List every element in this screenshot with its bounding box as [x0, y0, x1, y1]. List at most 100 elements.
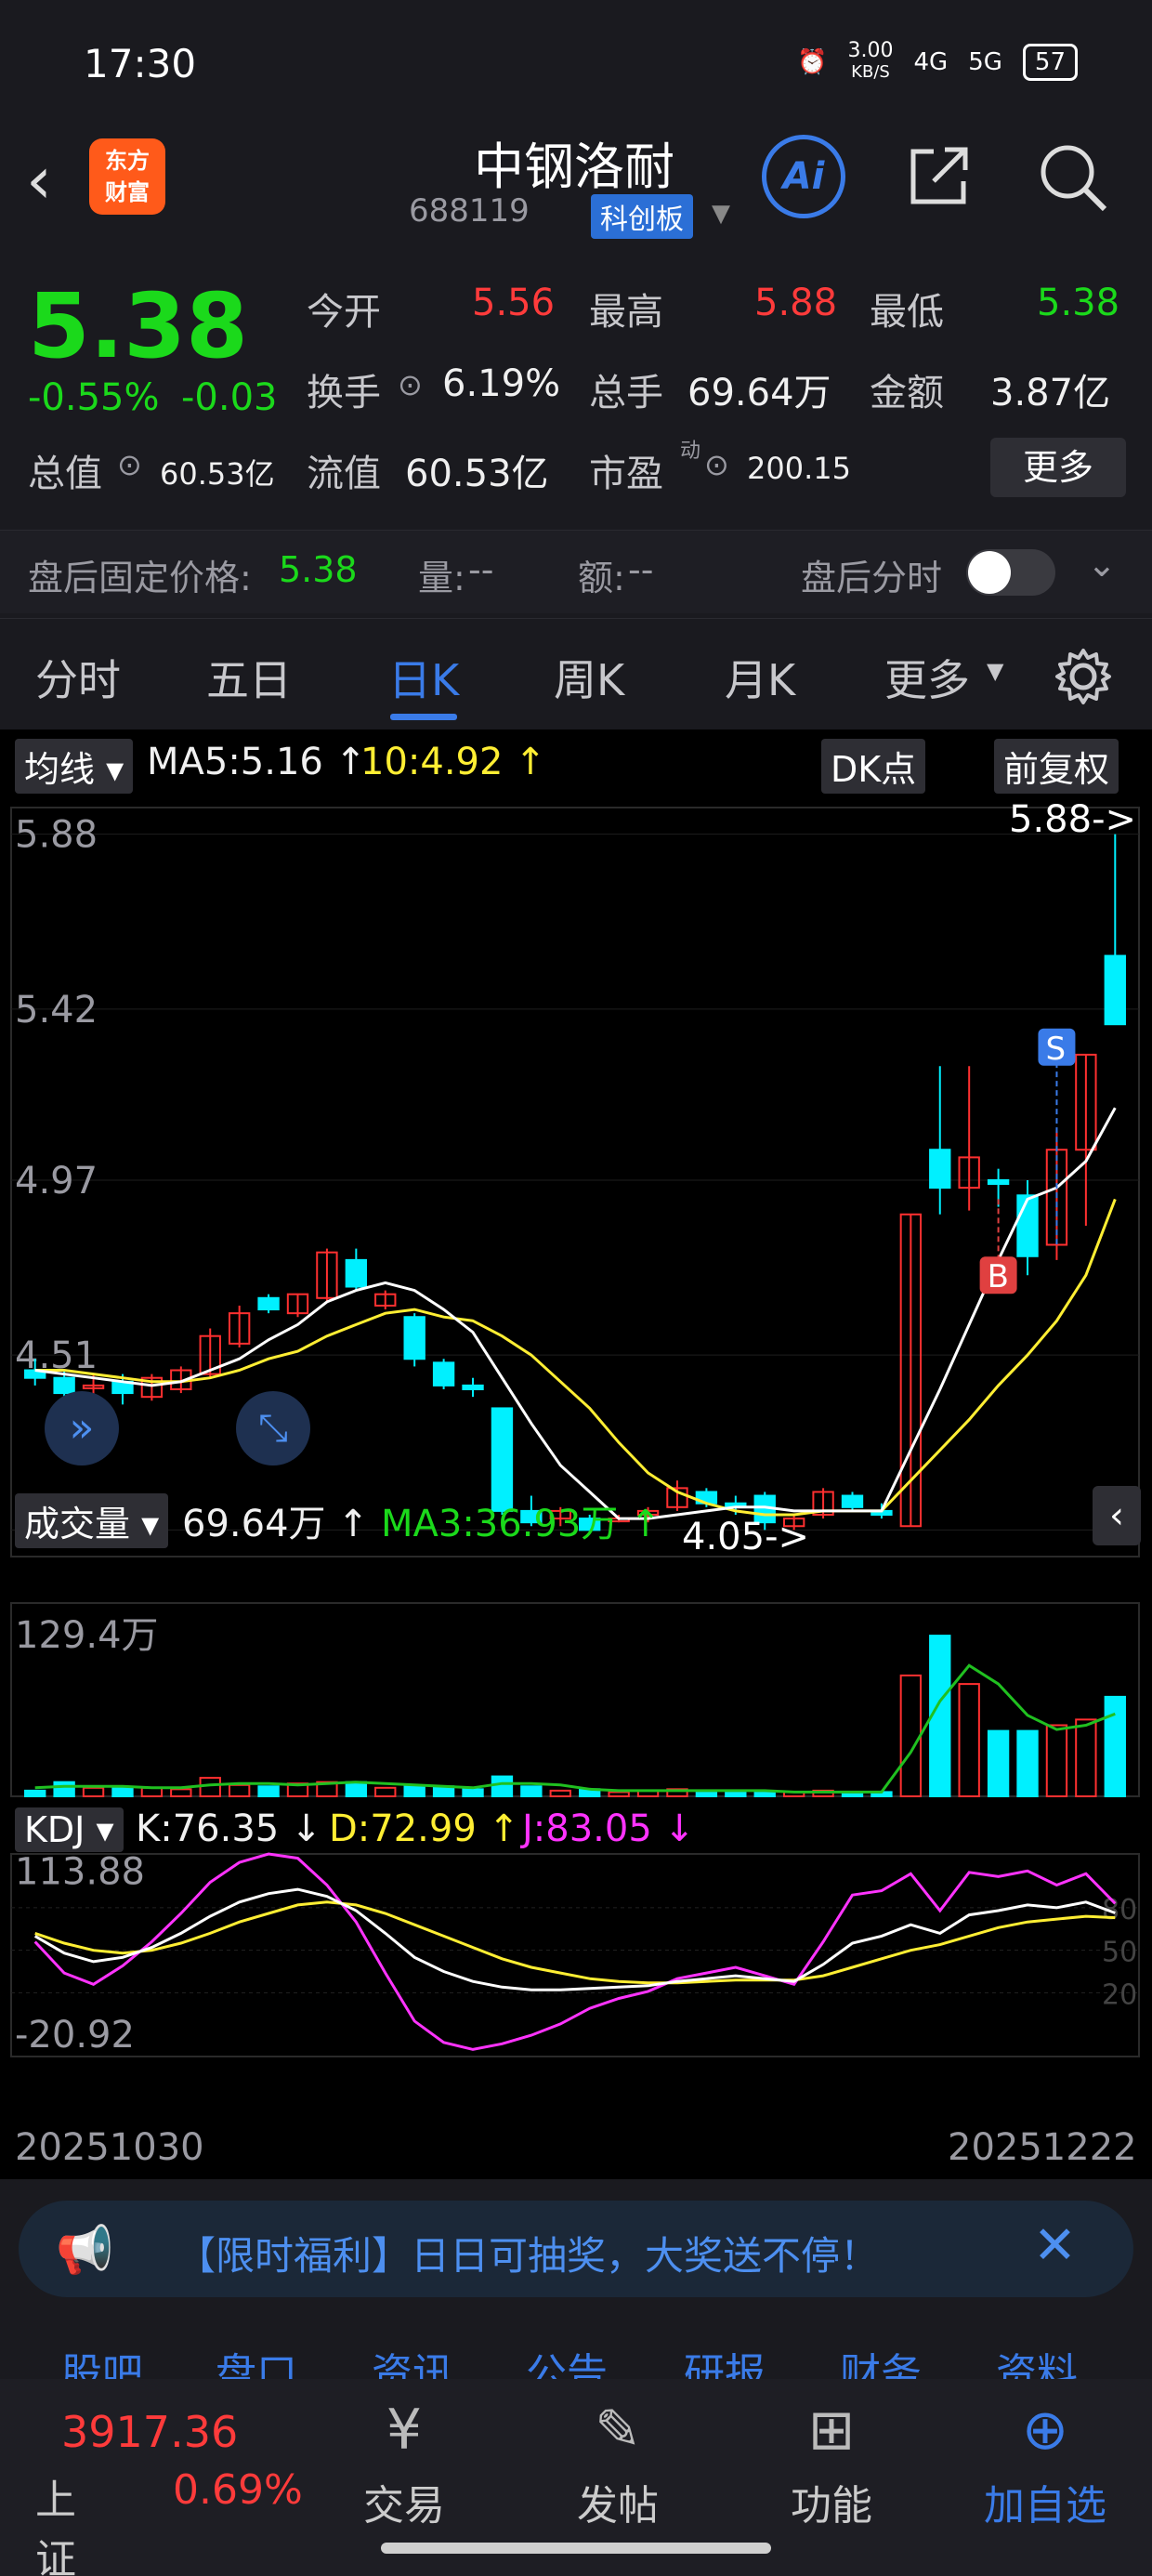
kdj-d-readout: D:72.99 ↑ — [329, 1807, 520, 1850]
amount-label: 金额 — [870, 372, 944, 414]
volume-bar — [345, 1781, 368, 1797]
close-icon[interactable]: ✕ — [1033, 2215, 1077, 2276]
tab-daily-k[interactable]: 日K — [388, 647, 459, 708]
high-price-marker: 5.88-> — [1009, 798, 1136, 841]
volume-bar — [374, 1786, 397, 1798]
subtab-orderbook[interactable]: 盘口 — [216, 2340, 297, 2379]
subtab-notices[interactable]: 公告 — [526, 2340, 608, 2379]
board-tag[interactable]: 科创板 — [591, 194, 693, 239]
volume-selector[interactable]: 成交量 ▾ — [15, 1493, 169, 1548]
status-time: 17:30 — [84, 41, 197, 86]
ai-button[interactable]: Ai — [762, 135, 845, 218]
float-value: 60.53亿 — [405, 453, 549, 495]
candle-body — [53, 1376, 75, 1395]
more-button[interactable]: 更多 — [990, 438, 1126, 497]
info-icon[interactable]: ⊙ — [704, 447, 729, 482]
candle-body — [929, 1149, 951, 1189]
index-pct: 0.69% — [173, 2466, 303, 2514]
pe-label: 市盈 — [589, 453, 663, 495]
index-value: 3917.36 — [61, 2407, 239, 2457]
app-logo: 东方 财富 — [89, 138, 165, 215]
collapse-panel-button[interactable]: ‹ — [1093, 1486, 1141, 1545]
subtab-reports[interactable]: 研报 — [684, 2340, 766, 2379]
search-icon[interactable] — [1036, 140, 1110, 215]
fullscreen-icon[interactable]: ⤡ — [236, 1391, 310, 1465]
settings-gear-icon[interactable] — [1054, 647, 1113, 706]
tab-five-day[interactable]: 五日 — [206, 647, 292, 708]
tab-more[interactable]: 更多 — [884, 647, 970, 708]
volume-bar — [24, 1789, 46, 1797]
volume-bar — [111, 1786, 134, 1798]
ma-selector[interactable]: 均线 ▾ — [15, 739, 134, 794]
edit-icon: ✎ — [594, 2398, 642, 2463]
expand-right-icon[interactable]: » — [45, 1391, 119, 1465]
chart-area[interactable]: 均线 ▾ MA5:5.16 ↑ 10:4.92 ↑ DK点 前复权 5.88 5.… — [0, 729, 1152, 2179]
kdj-selector[interactable]: KDJ ▾ — [15, 1807, 124, 1852]
volume-bar — [1016, 1729, 1039, 1797]
adjust-button[interactable]: 前复权 — [994, 739, 1119, 794]
kdj-min-label: -20.92 — [15, 2014, 135, 2057]
subtab-news[interactable]: 资讯 — [372, 2340, 453, 2379]
signal-4g: 4G — [913, 47, 949, 76]
board-dropdown-icon[interactable]: ▼ — [712, 200, 730, 228]
volume-selector-label: 成交量 — [24, 1504, 131, 1544]
kline-chart[interactable]: 5.885.424.974.514.055.88->4.05->SB129.4万… — [0, 795, 1152, 2161]
nav-functions[interactable]: ⊞ 功能 — [757, 2398, 906, 2531]
more-dropdown-icon[interactable]: ▼ — [987, 658, 1003, 684]
candle-body — [987, 1178, 1010, 1186]
dk-point-button[interactable]: DK点 — [821, 739, 926, 794]
candle-body — [1016, 1194, 1039, 1257]
volume-bar — [899, 1674, 923, 1797]
buy-signal-label: B — [988, 1258, 1009, 1295]
ma10-readout: 10:4.92 ↑ — [360, 741, 546, 783]
subtab-forum[interactable]: 股吧 — [61, 2340, 143, 2379]
subtab-profile[interactable]: 资料 — [996, 2340, 1078, 2379]
after-hours-price: 5.38 — [279, 549, 358, 590]
candle-body — [462, 1384, 484, 1390]
pe-superscript: 动 — [680, 440, 701, 463]
subtab-finance[interactable]: 财务 — [840, 2340, 922, 2379]
tab-weekly-k[interactable]: 周K — [554, 647, 624, 708]
logo-line1: 东方 — [105, 148, 150, 174]
info-subtabs: 股吧 盘口 资讯 公告 研报 财务 资料 — [0, 2314, 1152, 2379]
volume-bar — [462, 1788, 484, 1798]
open-label: 今开 — [307, 291, 381, 334]
candle-body — [403, 1316, 425, 1360]
info-icon[interactable]: ⊙ — [117, 447, 142, 482]
volume-bar — [170, 1788, 192, 1798]
volume-bar — [228, 1783, 251, 1798]
ma5-readout: MA5:5.16 ↑ — [147, 741, 367, 783]
promo-banner[interactable]: 📢 【限时福利】日日可抽奖，大奖送不停！ ✕ — [19, 2201, 1133, 2297]
stock-code: 688119 — [409, 192, 530, 230]
after-hours-bar: 盘后固定价格: 5.38 量: -- 额: -- 盘后分时 ⌄ — [0, 530, 1152, 613]
kdj-d-value: D:72.99 — [329, 1807, 477, 1850]
date-end: 20251222 — [948, 2126, 1137, 2169]
high-value: 5.88 — [754, 282, 838, 324]
chevron-down-icon[interactable]: ⌄ — [1087, 544, 1117, 585]
nav-post[interactable]: ✎ 发帖 — [543, 2398, 692, 2531]
price-tick-label: 5.88 — [15, 814, 98, 857]
volume-bar — [987, 1729, 1010, 1797]
amount-value: 3.87亿 — [990, 372, 1111, 414]
share-icon[interactable] — [906, 142, 973, 209]
after-amt-value: -- — [628, 549, 654, 590]
home-indicator — [381, 2543, 771, 2554]
volume-bar — [958, 1683, 980, 1798]
info-icon[interactable]: ⊙ — [398, 367, 423, 402]
tab-monthly-k[interactable]: 月K — [725, 647, 795, 708]
after-vol-label: 量: — [418, 558, 465, 598]
nav-trade[interactable]: ¥ 交易 — [330, 2398, 478, 2531]
active-tab-underline — [390, 714, 457, 720]
back-icon[interactable]: ‹ — [26, 142, 52, 218]
tab-intraday[interactable]: 分时 — [35, 647, 121, 708]
change-value: -0.03 — [181, 376, 278, 419]
sell-signal-label: S — [1045, 1031, 1066, 1068]
after-hours-toggle[interactable] — [966, 549, 1055, 596]
alarm-icon: ⏰ — [797, 47, 828, 76]
grid-icon: ⊞ — [807, 2398, 856, 2463]
nav-trade-label: 交易 — [363, 2482, 445, 2530]
stock-name: 中钢洛耐 — [474, 138, 674, 196]
nav-add-watchlist-label: 加自选 — [984, 2482, 1106, 2530]
nav-add-watchlist[interactable]: ⊕ 加自选 — [971, 2398, 1119, 2531]
kdj-reference-label: 20 — [1102, 1978, 1137, 2011]
